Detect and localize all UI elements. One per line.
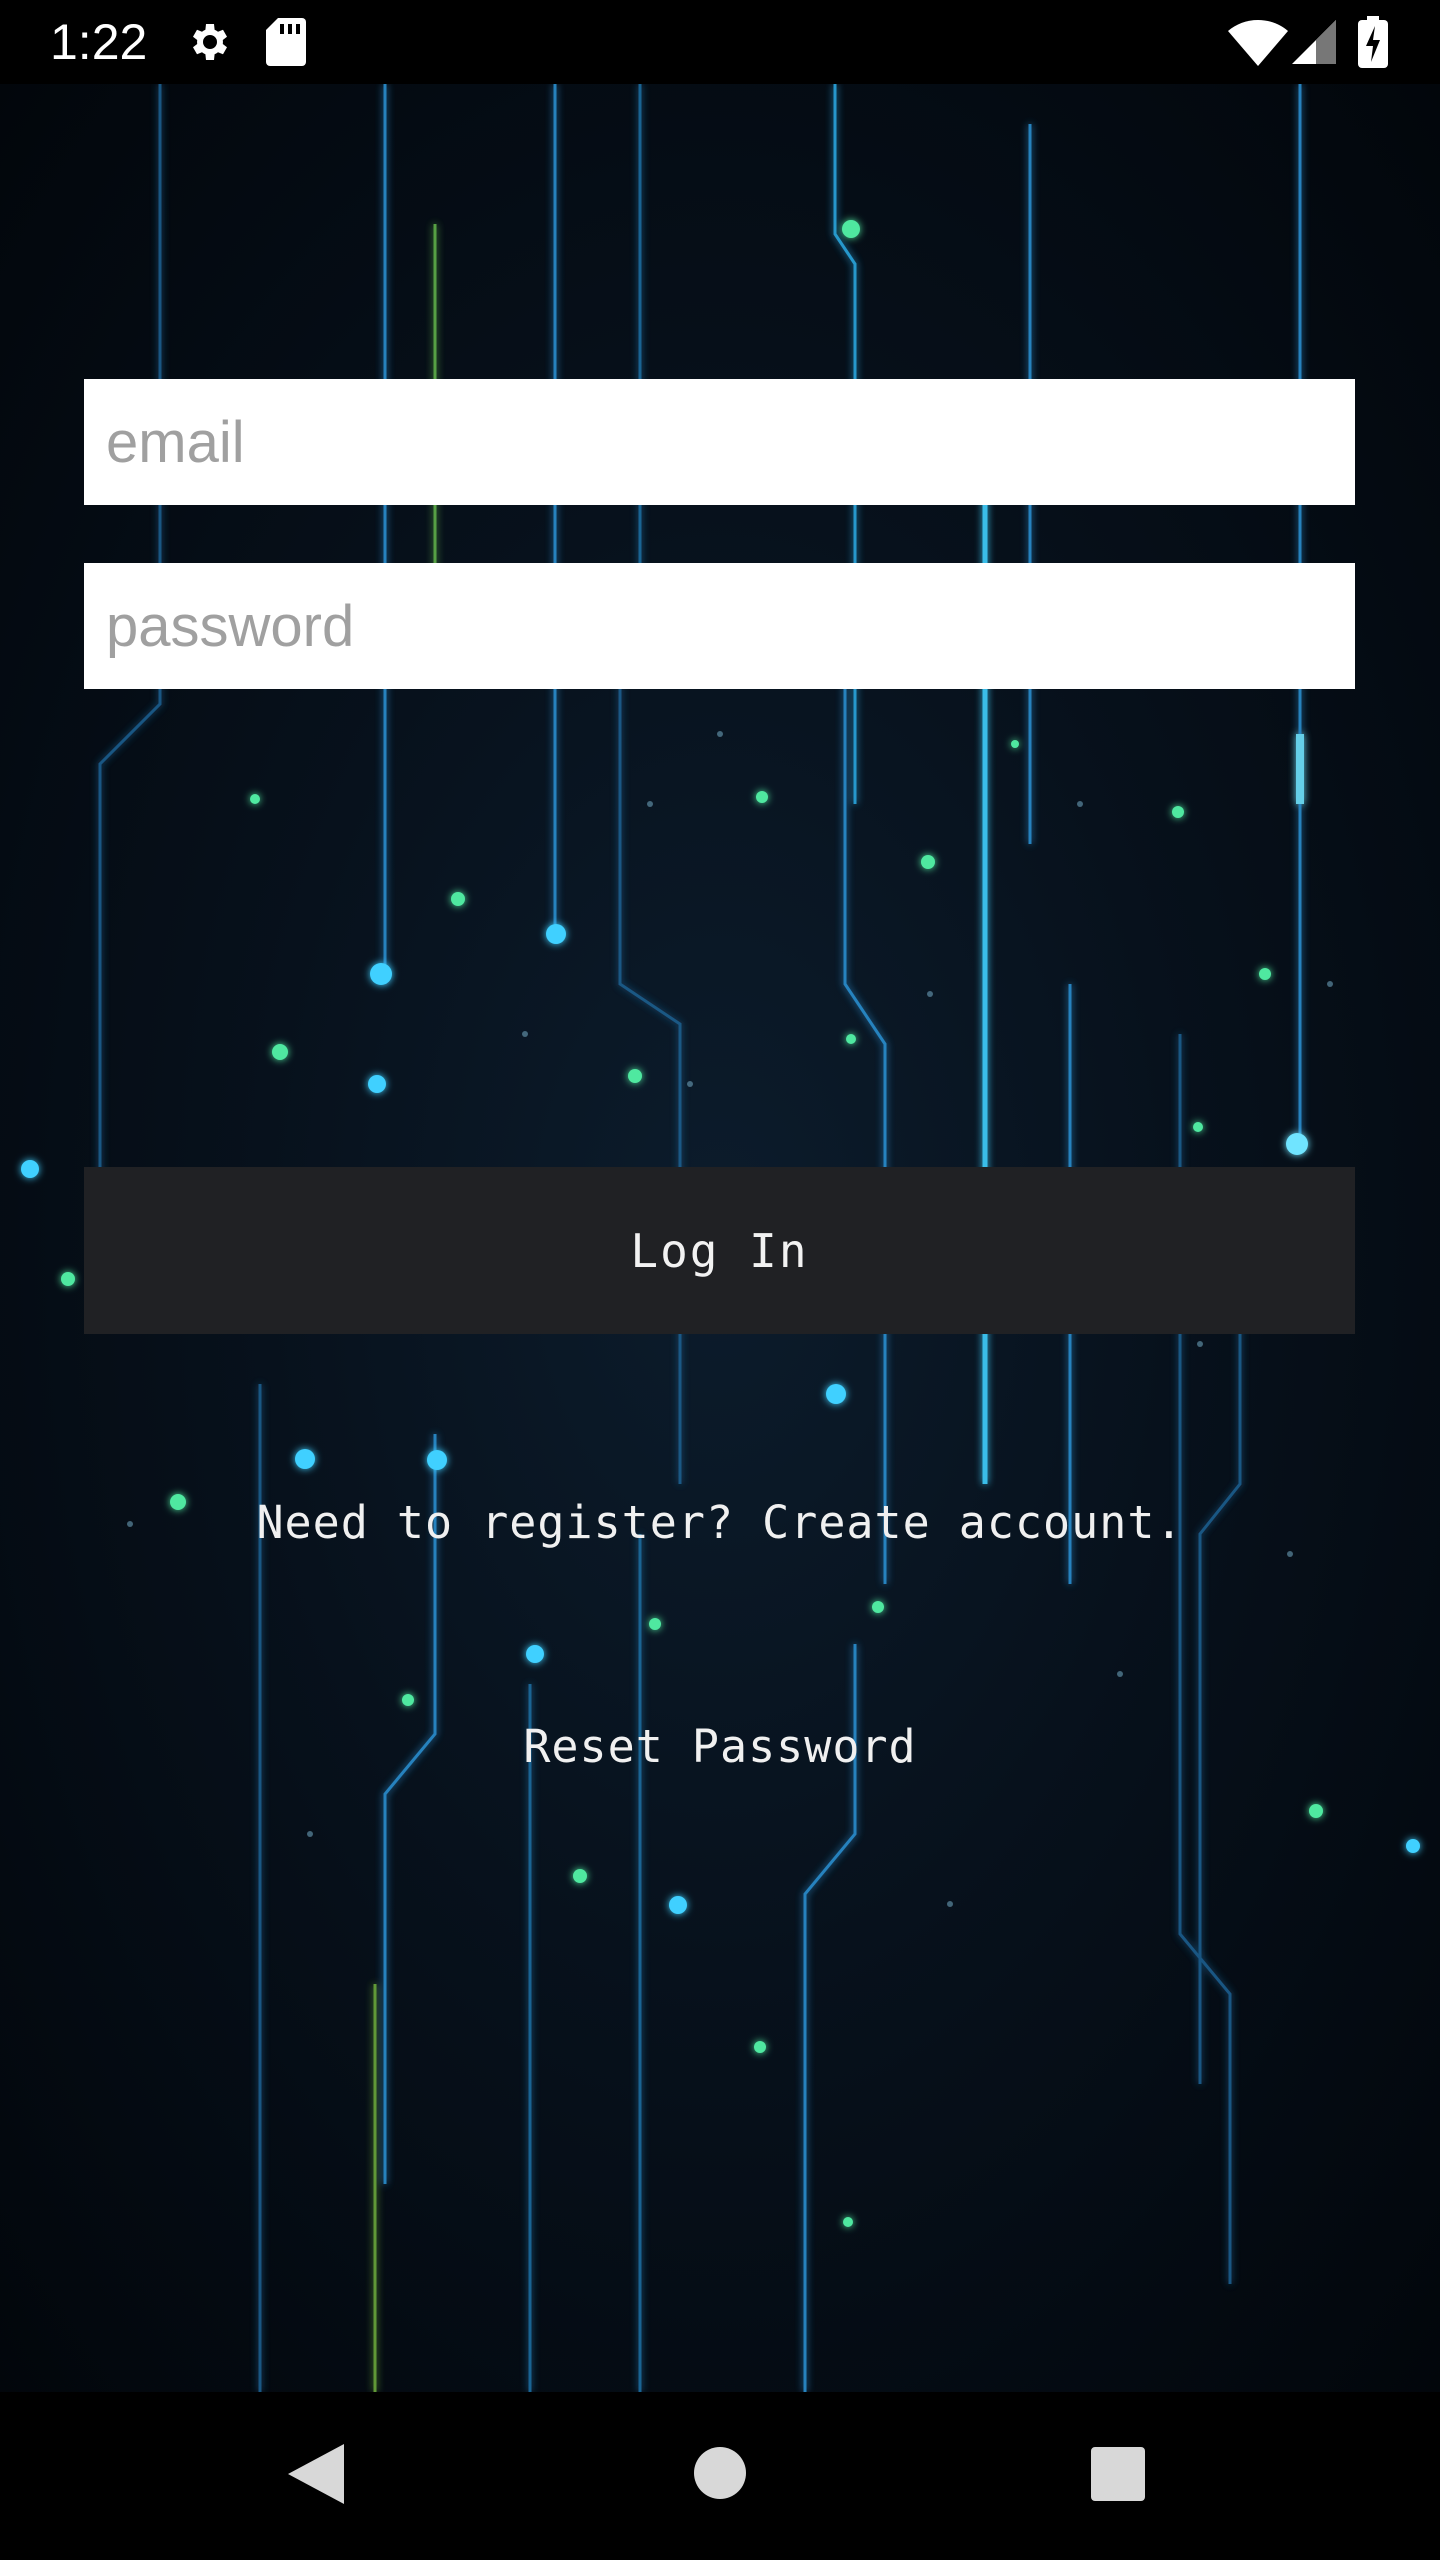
sd-card-icon xyxy=(266,18,306,66)
settings-icon xyxy=(193,24,227,60)
login-button[interactable]: Log In xyxy=(84,1167,1355,1334)
battery-charging-icon xyxy=(1358,16,1388,68)
wifi-icon xyxy=(1228,20,1288,66)
cell-signal-icon xyxy=(1292,20,1336,64)
login-screen: Log In Need to register? Create account.… xyxy=(0,84,1440,2392)
home-icon[interactable] xyxy=(694,2447,746,2499)
status-time: 1:22 xyxy=(50,14,148,70)
reset-password-link[interactable]: Reset Password xyxy=(0,1720,1440,1773)
status-bar: 1:22 xyxy=(0,0,1440,84)
email-field[interactable] xyxy=(84,379,1355,505)
recents-icon[interactable] xyxy=(1091,2447,1145,2501)
back-icon[interactable] xyxy=(288,2444,344,2504)
password-field[interactable] xyxy=(84,563,1355,689)
create-account-link[interactable]: Need to register? Create account. xyxy=(0,1496,1440,1549)
navigation-bar xyxy=(0,2392,1440,2560)
